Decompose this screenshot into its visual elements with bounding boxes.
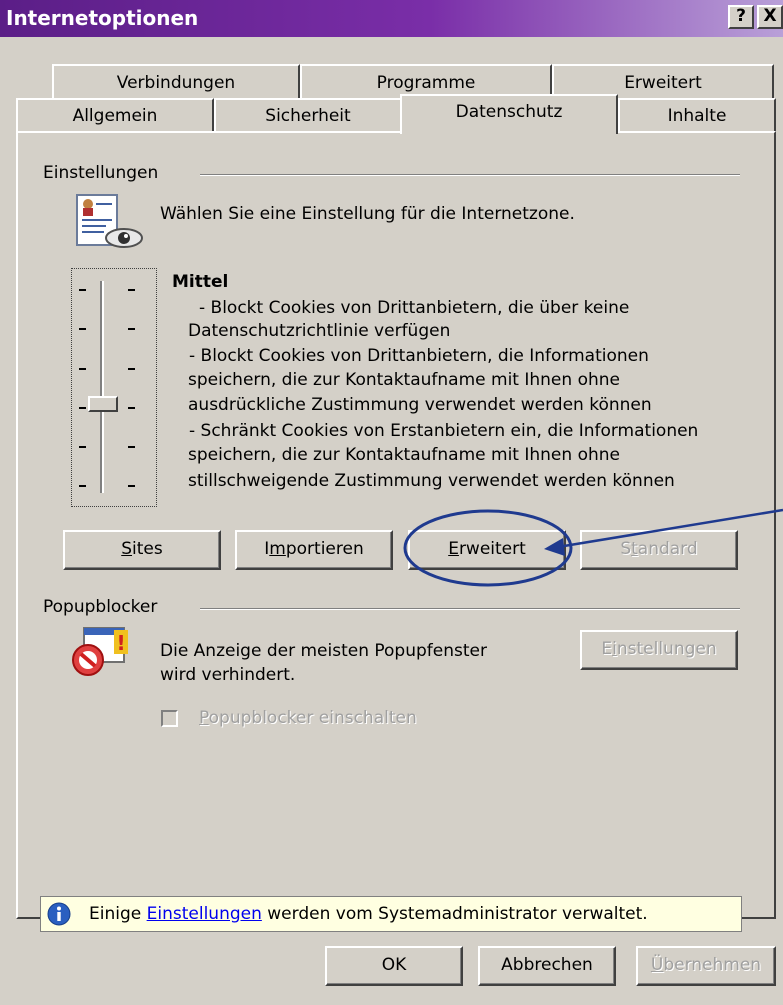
cancel-button[interactable]: Abbrechen [478,946,616,986]
popup-blocked-icon: ! [70,626,132,678]
apply-label: bernehmen [663,955,762,975]
apply-mnemonic: Ü [650,955,664,975]
admin-info-text: Einige Einstellungen werden vom Systemad… [89,903,648,926]
apply-button[interactable]: Übernehmen [636,946,776,986]
popup-group-title: Popupblocker [43,597,168,617]
annotation-arrow-line [557,508,783,549]
ok-button[interactable]: OK [325,946,463,986]
annotation-arrowhead [544,538,565,556]
popup-description-line2: wird verhindert. [160,665,296,685]
popup-blocker-checkbox-label[interactable]: Popupblocker einschalten [199,707,417,730]
popup-settings-button[interactable]: Einstellungen [580,630,738,670]
svg-text:!: ! [116,631,125,655]
admin-info-prefix: Einige [89,904,147,924]
annotation-overlay [403,508,783,587]
popup-checkbox-text: opupblocker einschalten [208,708,417,728]
admin-info-bar: Einige Einstellungen werden vom Systemad… [40,896,742,932]
tab-datenschutz[interactable]: Datenschutz [400,94,618,134]
popup-blocker-checkbox[interactable] [161,710,178,727]
popup-settings-label-start: E [601,639,613,659]
popup-settings-label: nstellungen [616,639,717,659]
admin-settings-link[interactable]: Einstellungen [147,904,262,924]
info-icon [47,902,71,926]
admin-info-suffix: werden vom Systemadministrator verwaltet… [261,904,648,924]
popup-group-line [200,608,740,610]
popup-description-line1: Die Anzeige der meisten Popupfenster [160,641,487,661]
popup-checkbox-mnemonic: P [199,708,209,728]
